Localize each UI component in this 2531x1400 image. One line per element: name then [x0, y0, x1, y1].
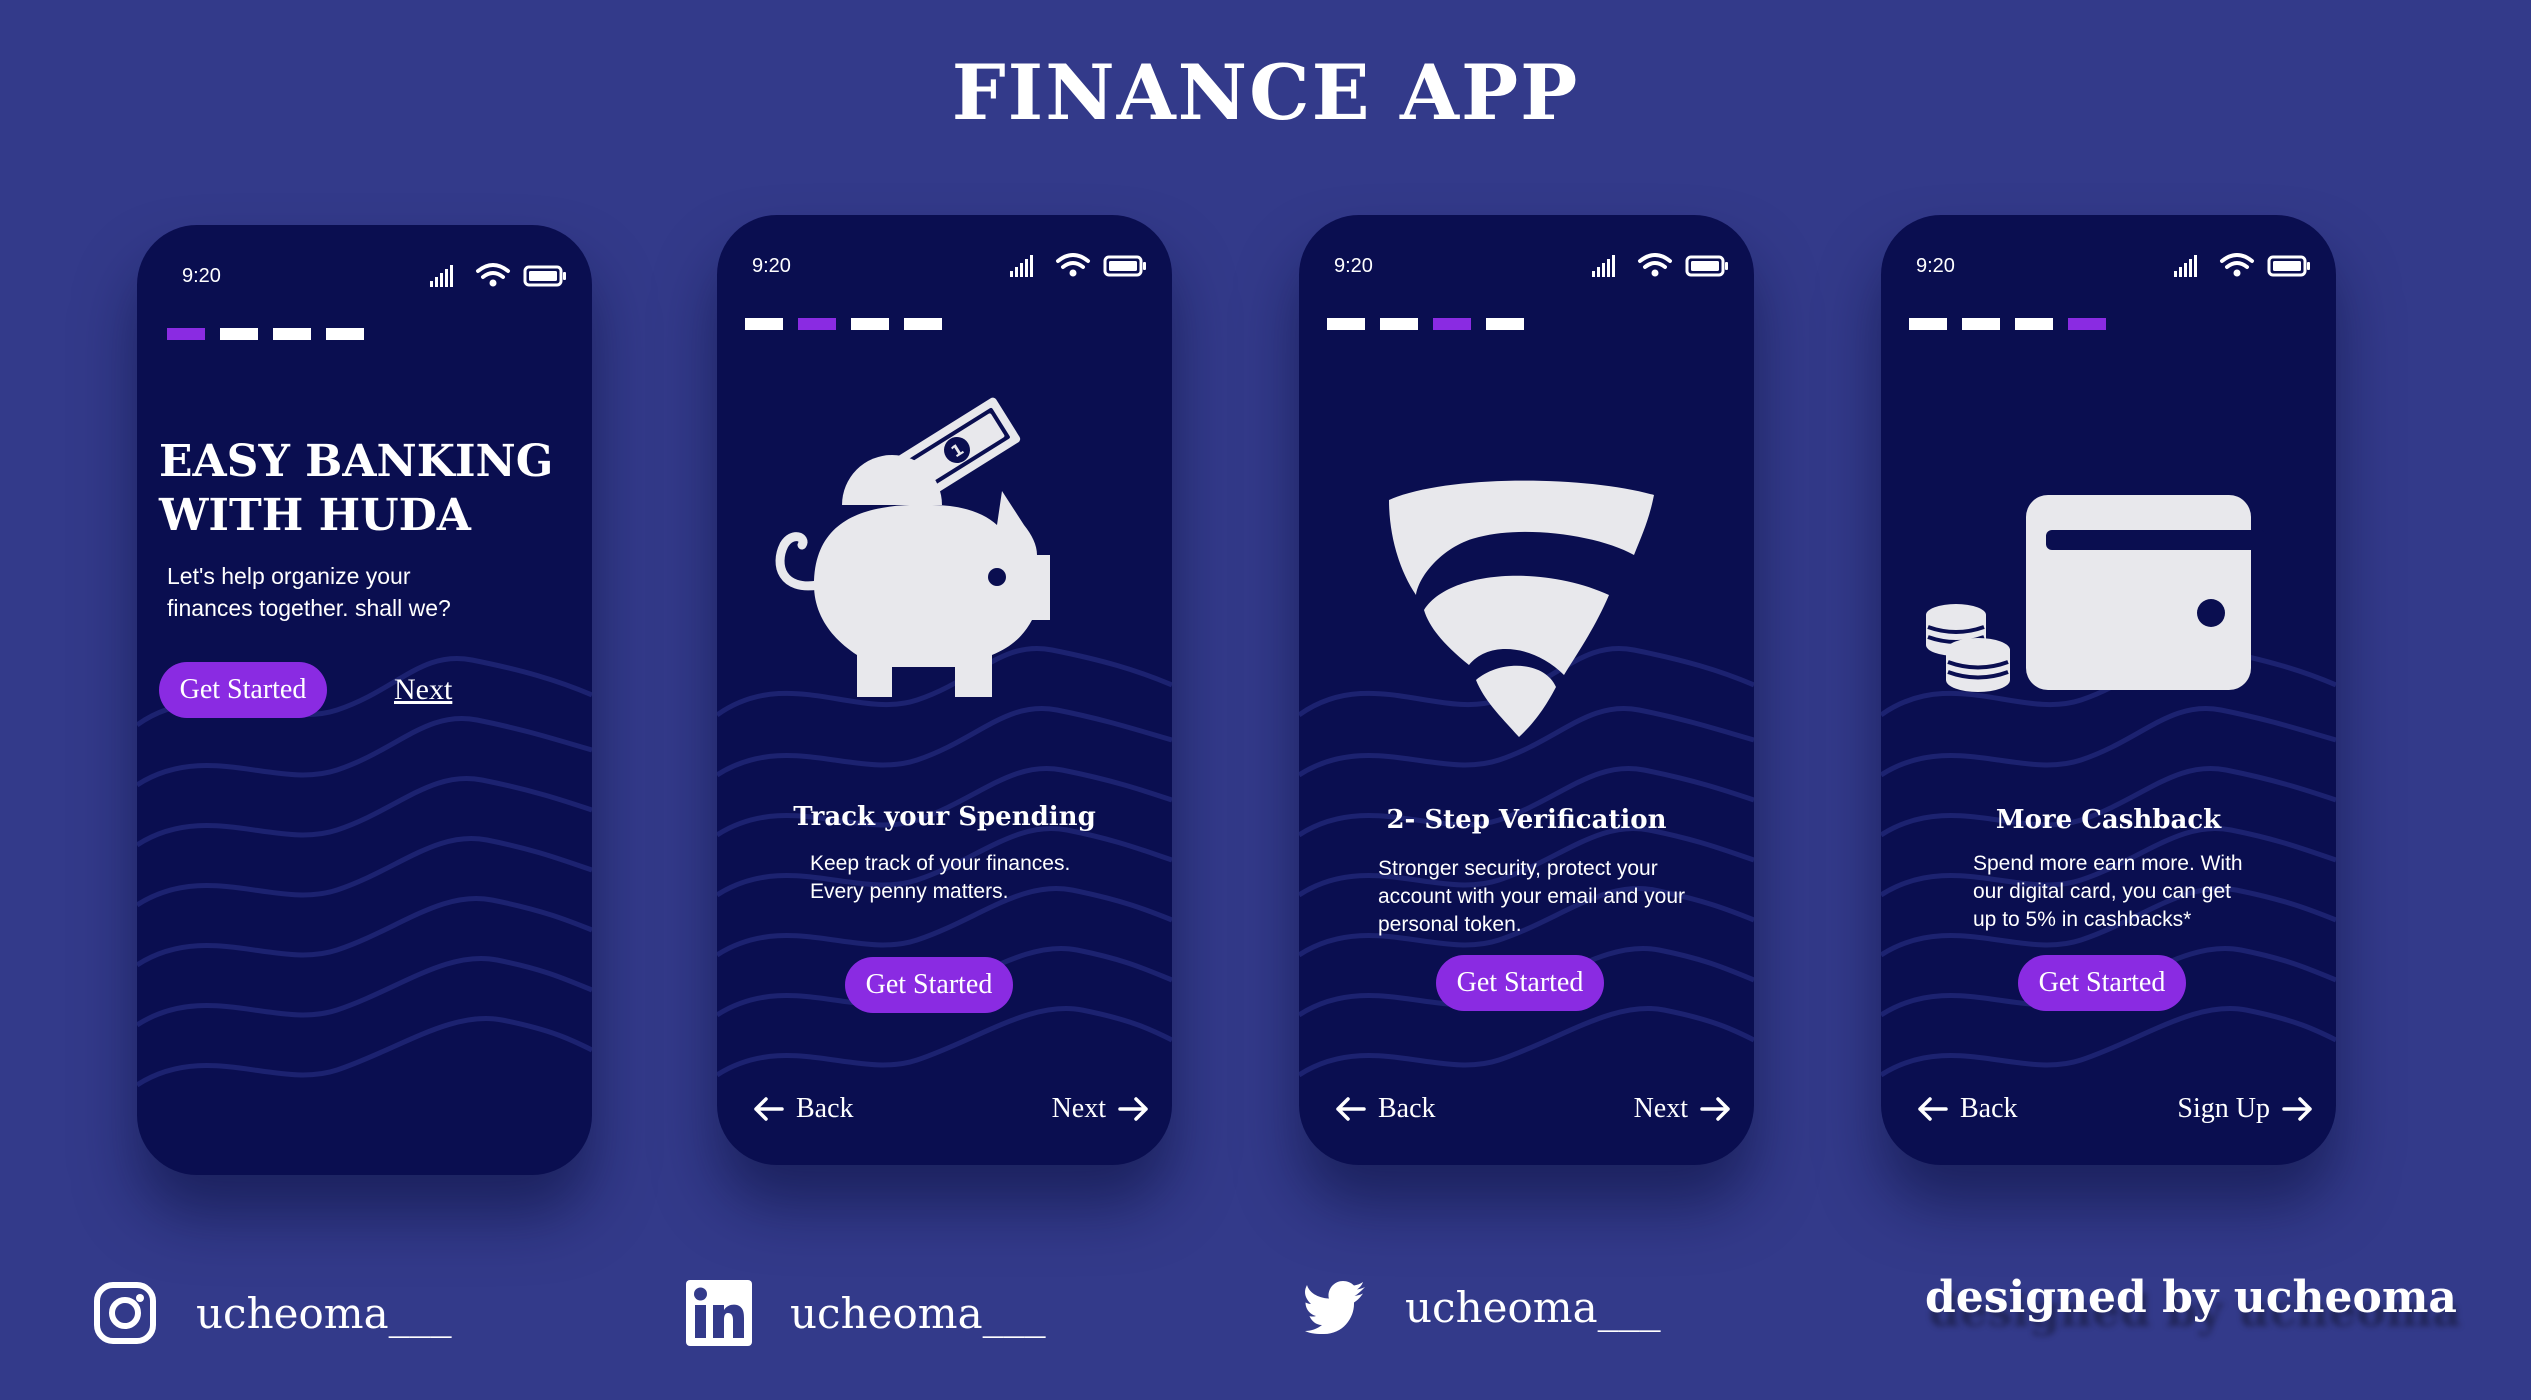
social-instagram[interactable]: ucheoma___ [92, 1280, 452, 1346]
arrow-left-icon [752, 1095, 784, 1123]
arrow-right-icon [1118, 1095, 1150, 1123]
progress-dot-4 [1486, 318, 1524, 330]
twitter-handle: ucheoma___ [1405, 1282, 1661, 1332]
progress-dot-1 [1327, 318, 1365, 330]
twitter-icon [1305, 1281, 1365, 1334]
screen-description-line-1: Stronger security, protect your [1378, 857, 1658, 880]
screen-description: Let's help organize your finances togeth… [167, 560, 451, 624]
screen-description-line-1: Let's help organize your [167, 563, 411, 589]
screen-description-line-2: finances together. shall we? [167, 595, 451, 621]
next-button[interactable]: Next [1634, 1093, 1732, 1125]
onboarding-screen-2: 9:20 1 Track your Spending Keep track of… [717, 215, 1172, 1165]
screen-description-line-2: account with your email and your [1378, 885, 1685, 908]
status-time: 9:20 [182, 265, 221, 287]
progress-dot-2 [798, 318, 836, 330]
arrow-left-icon [1916, 1095, 1948, 1123]
onboarding-screen-3: 9:20 2- Step Verification Stronger secur… [1299, 215, 1754, 1165]
instagram-handle: ucheoma___ [196, 1288, 452, 1338]
onboarding-screen-1: 9:20 EASY BANKING WITH HUDA Let's help o… [137, 225, 592, 1175]
instagram-icon [94, 1282, 156, 1344]
progress-dot-1 [167, 328, 205, 340]
page-title: FINANCE APP [951, 48, 1580, 137]
progress-dot-3 [1433, 318, 1471, 330]
progress-dot-4 [904, 318, 942, 330]
screen-description-line-1: Spend more earn more. With [1973, 852, 2243, 875]
piggy-bank-icon: 1 [775, 397, 1050, 697]
progress-dot-1 [745, 318, 783, 330]
progress-dot-3 [273, 328, 311, 340]
progress-dot-4 [2068, 318, 2106, 330]
onboarding-screen-4: 9:20 More Cashback Spend more earn more.… [1881, 215, 2336, 1165]
screen-description-line-1: Keep track of your finances. [810, 852, 1071, 875]
screen-title: 2- Step Verification [1386, 805, 1667, 835]
progress-dot-3 [851, 318, 889, 330]
back-button[interactable]: Back [1916, 1093, 2018, 1125]
get-started-button[interactable]: Get Started [159, 662, 327, 718]
progress-dot-1 [1909, 318, 1947, 330]
social-twitter[interactable]: ucheoma___ [1305, 1280, 1661, 1334]
linkedin-icon [686, 1280, 752, 1346]
screen-description-line-3: personal token. [1378, 913, 1522, 936]
progress-dot-2 [1380, 318, 1418, 330]
get-started-button[interactable]: Get Started [2018, 955, 2186, 1011]
back-label: Back [1378, 1093, 1436, 1124]
status-icons [1010, 251, 1150, 281]
arrow-right-icon [1700, 1095, 1732, 1123]
status-time: 9:20 [1334, 255, 1373, 277]
next-link[interactable]: Next [394, 673, 452, 707]
back-label: Back [796, 1093, 854, 1124]
linkedin-handle: ucheoma___ [790, 1288, 1046, 1338]
screen-description: Keep track of your finances. Every penny… [810, 850, 1070, 906]
sign-up-button[interactable]: Sign Up [2177, 1093, 2314, 1125]
sign-up-label: Sign Up [2177, 1093, 2270, 1124]
progress-dot-2 [220, 328, 258, 340]
progress-dots [745, 318, 942, 330]
status-time: 9:20 [752, 255, 791, 277]
shield-icon [1389, 480, 1654, 737]
screen-description-line-2: our digital card, you can get [1973, 880, 2231, 903]
status-icons [2174, 251, 2314, 281]
arrow-left-icon [1334, 1095, 1366, 1123]
status-time: 9:20 [1916, 255, 1955, 277]
screen-title-line-2: WITH HUDA [159, 490, 471, 541]
screen-description: Spend more earn more. With our digital c… [1973, 850, 2243, 934]
get-started-button[interactable]: Get Started [1436, 955, 1604, 1011]
back-button[interactable]: Back [1334, 1093, 1436, 1125]
progress-dot-2 [1962, 318, 2000, 330]
screen-description: Stronger security, protect your account … [1378, 855, 1685, 939]
next-button[interactable]: Next [1052, 1093, 1150, 1125]
progress-dots [1327, 318, 1524, 330]
progress-dot-4 [326, 328, 364, 340]
progress-dots [167, 328, 364, 340]
screen-title: More Cashback [1995, 805, 2222, 835]
back-label: Back [1960, 1093, 2018, 1124]
status-icons [1592, 251, 1732, 281]
screen-description-line-3: up to 5% in cashbacks* [1973, 908, 2192, 931]
wave-pattern [137, 655, 592, 1175]
next-label: Next [1051, 1093, 1106, 1124]
screen-title: EASY BANKING WITH HUDA [159, 435, 553, 543]
social-linkedin[interactable]: ucheoma___ [686, 1280, 1046, 1346]
next-label: Next [1633, 1093, 1688, 1124]
wallet-icon [1926, 495, 2266, 692]
designer-credit: designed by ucheoma [1925, 1272, 2457, 1323]
screen-description-line-2: Every penny matters. [810, 880, 1009, 903]
back-button[interactable]: Back [752, 1093, 854, 1125]
progress-dot-3 [2015, 318, 2053, 330]
screen-title-line-1: EASY BANKING [159, 436, 554, 487]
get-started-button[interactable]: Get Started [845, 957, 1013, 1013]
screen-title: Track your Spending [793, 802, 1096, 832]
status-icons [430, 261, 570, 291]
progress-dots [1909, 318, 2106, 330]
arrow-right-icon [2282, 1095, 2314, 1123]
